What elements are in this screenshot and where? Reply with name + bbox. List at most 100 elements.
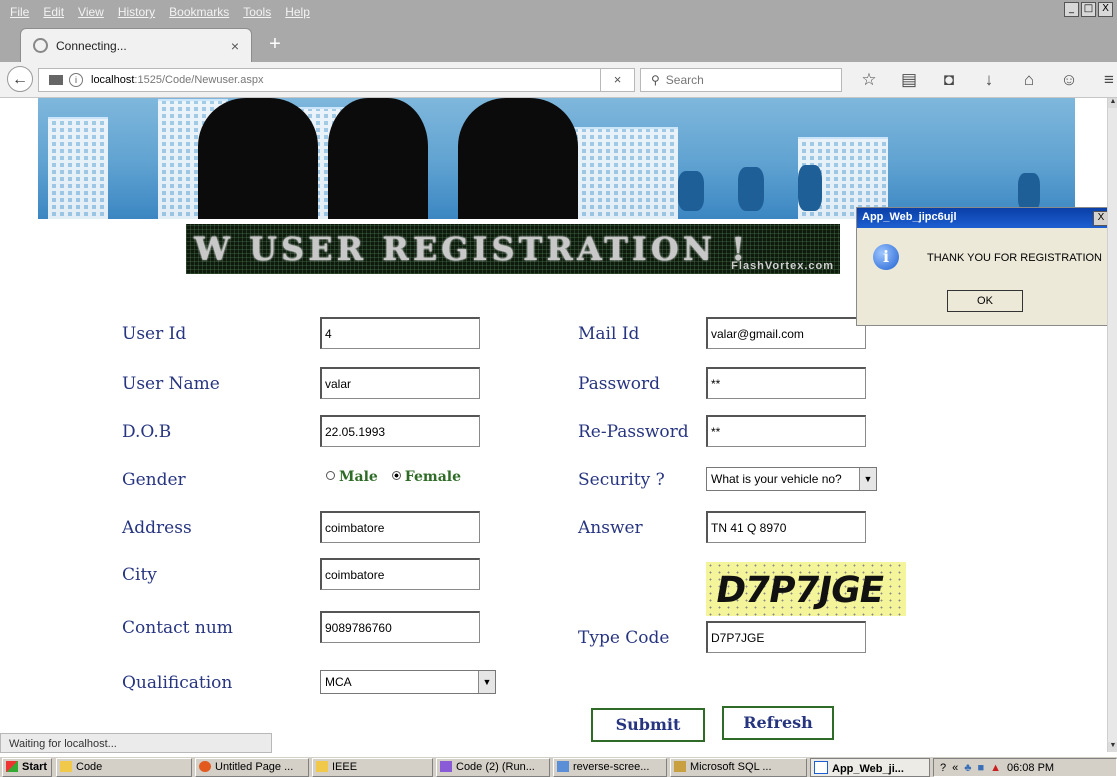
new-tab-button[interactable]: + bbox=[264, 33, 286, 55]
menu-bookmarks[interactable]: Bookmarks bbox=[169, 5, 229, 19]
refresh-button[interactable]: Refresh bbox=[722, 706, 834, 740]
loading-spinner-icon bbox=[33, 38, 48, 53]
mail-id-field[interactable]: valar@gmail.com bbox=[706, 317, 866, 349]
browser-tab[interactable]: Connecting... × bbox=[20, 28, 252, 62]
taskbar: Start Code Untitled Page ... IEEE Code (… bbox=[0, 756, 1117, 777]
menu-tools[interactable]: Tools bbox=[243, 5, 271, 19]
taskbar-item-untitled-page[interactable]: Untitled Page ... bbox=[195, 758, 309, 777]
type-code-field[interactable]: D7P7JGE bbox=[706, 621, 866, 653]
start-button[interactable]: Start bbox=[2, 758, 52, 777]
security-question-value: What is your vehicle no? bbox=[711, 472, 842, 486]
contact-num-field[interactable]: 9089786760 bbox=[320, 611, 480, 643]
label-re-password: Re-Password bbox=[578, 422, 689, 442]
bookmark-star-icon[interactable]: ☆ bbox=[858, 70, 880, 90]
user-name-field[interactable]: valar bbox=[320, 367, 480, 399]
taskbar-item-ieee[interactable]: IEEE bbox=[312, 758, 433, 777]
label-gender: Gender bbox=[122, 470, 186, 490]
url-path: :1525/Code/Newuser.aspx bbox=[134, 74, 264, 86]
taskbar-item-code-running[interactable]: Code (2) (Run... bbox=[436, 758, 550, 777]
stop-loading-button[interactable]: × bbox=[601, 68, 635, 92]
visual-studio-icon bbox=[440, 761, 452, 772]
menu-file[interactable]: File bbox=[10, 5, 29, 19]
radio-unchecked-icon bbox=[326, 471, 335, 480]
bookmarks-list-icon[interactable]: ▤ bbox=[898, 70, 920, 90]
dialog-ok-button[interactable]: OK bbox=[947, 290, 1023, 312]
captcha-text: D7P7JGE bbox=[712, 570, 887, 611]
help-icon[interactable]: ? bbox=[940, 762, 946, 774]
restore-button[interactable]: □ bbox=[1081, 2, 1096, 17]
firefox-icon bbox=[199, 761, 211, 772]
gender-male-radio[interactable]: Male bbox=[326, 469, 378, 485]
alert-dialog: App_Web_jipc6ujl X i THANK YOU FOR REGIS… bbox=[856, 207, 1113, 326]
back-button[interactable]: ← bbox=[7, 66, 33, 92]
taskbar-item-sql-server[interactable]: Microsoft SQL ... bbox=[670, 758, 807, 777]
close-window-button[interactable]: X bbox=[1098, 2, 1113, 17]
warning-icon[interactable]: ▲ bbox=[990, 762, 1001, 774]
network-icon[interactable]: ♣ bbox=[964, 762, 971, 774]
scroll-down-icon[interactable]: ▼ bbox=[1108, 742, 1117, 752]
info-icon[interactable]: i bbox=[69, 73, 83, 87]
scroll-up-icon[interactable]: ▲ bbox=[1108, 98, 1117, 108]
clock: 06:08 PM bbox=[1007, 761, 1055, 774]
dropdown-arrow-icon[interactable]: ▼ bbox=[859, 468, 876, 490]
page-icon bbox=[49, 75, 63, 85]
taskbar-item-reverse-screen[interactable]: reverse-scree... bbox=[553, 758, 667, 777]
tab-close-icon[interactable]: × bbox=[231, 38, 239, 54]
downloads-icon[interactable]: ↓ bbox=[978, 70, 1000, 90]
address-field[interactable]: coimbatore bbox=[320, 511, 480, 543]
menu-edit[interactable]: Edit bbox=[43, 5, 64, 19]
qualification-select[interactable]: MCA ▼ bbox=[320, 670, 496, 694]
label-type-code: Type Code bbox=[578, 628, 670, 648]
re-password-field[interactable]: ** bbox=[706, 415, 866, 447]
taskbar-item-app-web[interactable]: App_Web_ji... bbox=[810, 758, 930, 777]
tab-title: Connecting... bbox=[56, 38, 127, 53]
security-question-select[interactable]: What is your vehicle no? ▼ bbox=[706, 467, 877, 491]
status-bar: Waiting for localhost... bbox=[0, 733, 272, 753]
windows-logo-icon bbox=[6, 761, 18, 772]
pocket-icon[interactable]: ◘ bbox=[938, 70, 960, 90]
password-field[interactable]: ** bbox=[706, 367, 866, 399]
vertical-scrollbar[interactable]: ▲ ▼ bbox=[1107, 98, 1117, 752]
security-icon[interactable]: ■ bbox=[977, 762, 984, 774]
taskbar-item-code[interactable]: Code bbox=[56, 758, 192, 777]
banner-watermark: FlashVortex.com bbox=[731, 260, 834, 272]
label-mail-id: Mail Id bbox=[578, 324, 640, 344]
dropdown-arrow-icon[interactable]: ▼ bbox=[478, 671, 495, 693]
radio-checked-icon bbox=[391, 471, 401, 480]
answer-field[interactable]: TN 41 Q 8970 bbox=[706, 511, 866, 543]
url-bar[interactable]: i localhost :1525/Code/Newuser.aspx bbox=[38, 68, 601, 92]
search-icon: ⚲ bbox=[651, 73, 660, 87]
url-host: localhost bbox=[91, 74, 135, 86]
search-placeholder: Search bbox=[665, 73, 704, 87]
folder-icon bbox=[316, 761, 328, 772]
info-icon: i bbox=[873, 244, 899, 270]
toolbar-icons: ☆ ▤ ◘ ↓ ⌂ ☺ ≡ bbox=[858, 70, 1117, 90]
dialog-title: App_Web_jipc6ujl bbox=[857, 208, 1112, 228]
menu-help[interactable]: Help bbox=[285, 5, 310, 19]
gender-radio-group: Male Female bbox=[326, 469, 461, 485]
dialog-message: THANK YOU FOR REGISTRATION bbox=[927, 252, 1102, 264]
gender-female-radio[interactable]: Female bbox=[391, 469, 461, 485]
system-tray: ? « ♣ ■ ▲ 06:08 PM bbox=[933, 758, 1117, 777]
city-field[interactable]: coimbatore bbox=[320, 558, 480, 590]
submit-button[interactable]: Submit bbox=[591, 708, 705, 742]
label-password: Password bbox=[578, 374, 661, 394]
label-dob: D.O.B bbox=[122, 422, 172, 442]
banner-title: W USER REGISTRATION ! bbox=[194, 230, 750, 268]
menu-history[interactable]: History bbox=[118, 5, 155, 19]
home-icon[interactable]: ⌂ bbox=[1018, 70, 1040, 90]
header-banner-image bbox=[38, 98, 1075, 219]
word-document-icon bbox=[557, 761, 569, 772]
qualification-value: MCA bbox=[325, 675, 352, 689]
dob-field[interactable]: 22.05.1993 bbox=[320, 415, 480, 447]
menu-hamburger-icon[interactable]: ≡ bbox=[1098, 70, 1117, 90]
menu-bar: File Edit View History Bookmarks Tools H… bbox=[0, 0, 1117, 24]
label-qualification: Qualification bbox=[122, 673, 233, 693]
minimize-button[interactable]: _ bbox=[1064, 2, 1079, 17]
user-id-field[interactable]: 4 bbox=[320, 317, 480, 349]
registration-title-banner: W USER REGISTRATION ! FlashVortex.com bbox=[186, 224, 840, 274]
menu-view[interactable]: View bbox=[78, 5, 104, 19]
show-hidden-icons-icon[interactable]: « bbox=[952, 762, 958, 774]
search-input[interactable]: ⚲ Search bbox=[640, 68, 842, 92]
smiley-icon[interactable]: ☺ bbox=[1058, 70, 1080, 90]
